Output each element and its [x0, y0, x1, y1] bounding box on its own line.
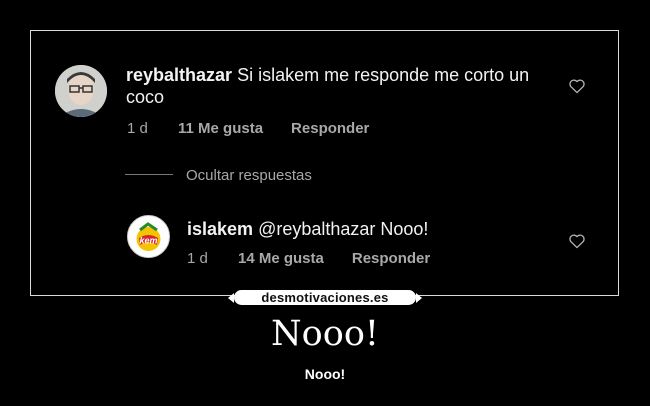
reply-meta: 1 d 14 Me gusta Responder	[187, 250, 430, 267]
kem-logo-icon: kem	[128, 216, 169, 257]
reply-text: @reybalthazar Nooo!	[258, 219, 429, 239]
reply-reply-button[interactable]: Responder	[352, 250, 430, 267]
comment-reply-button[interactable]: Responder	[291, 120, 369, 137]
poster-caption: Nooo!	[271, 314, 379, 354]
reply-body: islakem @reybalthazar Nooo!	[187, 218, 567, 240]
comment-screenshot-frame: reybalthazar Si islakem me responde me co…	[30, 30, 619, 296]
reply-username[interactable]: islakem	[187, 219, 253, 239]
replies-divider	[125, 174, 173, 175]
site-watermark: desmotivaciones.es	[228, 290, 422, 305]
heart-icon[interactable]	[568, 233, 586, 249]
logo-text: kem	[139, 236, 157, 246]
comment-meta: 1 d 11 Me gusta Responder	[127, 120, 369, 137]
reply-likes[interactable]: 14 Me gusta	[238, 250, 324, 267]
poster-subcaption: Nooo!	[304, 366, 346, 382]
comment-likes[interactable]: 11 Me gusta	[178, 120, 263, 137]
user-avatar-icon	[55, 65, 107, 117]
hide-replies-button[interactable]: Ocultar respuestas	[186, 167, 312, 184]
comment-body: reybalthazar Si islakem me responde me co…	[126, 64, 566, 108]
avatar-reybalthazar[interactable]	[55, 65, 107, 117]
comment-time: 1 d	[127, 120, 148, 137]
reply-time: 1 d	[187, 250, 208, 267]
heart-icon[interactable]	[568, 78, 586, 94]
comment-username[interactable]: reybalthazar	[126, 65, 232, 85]
avatar-islakem[interactable]: kem	[127, 215, 170, 258]
